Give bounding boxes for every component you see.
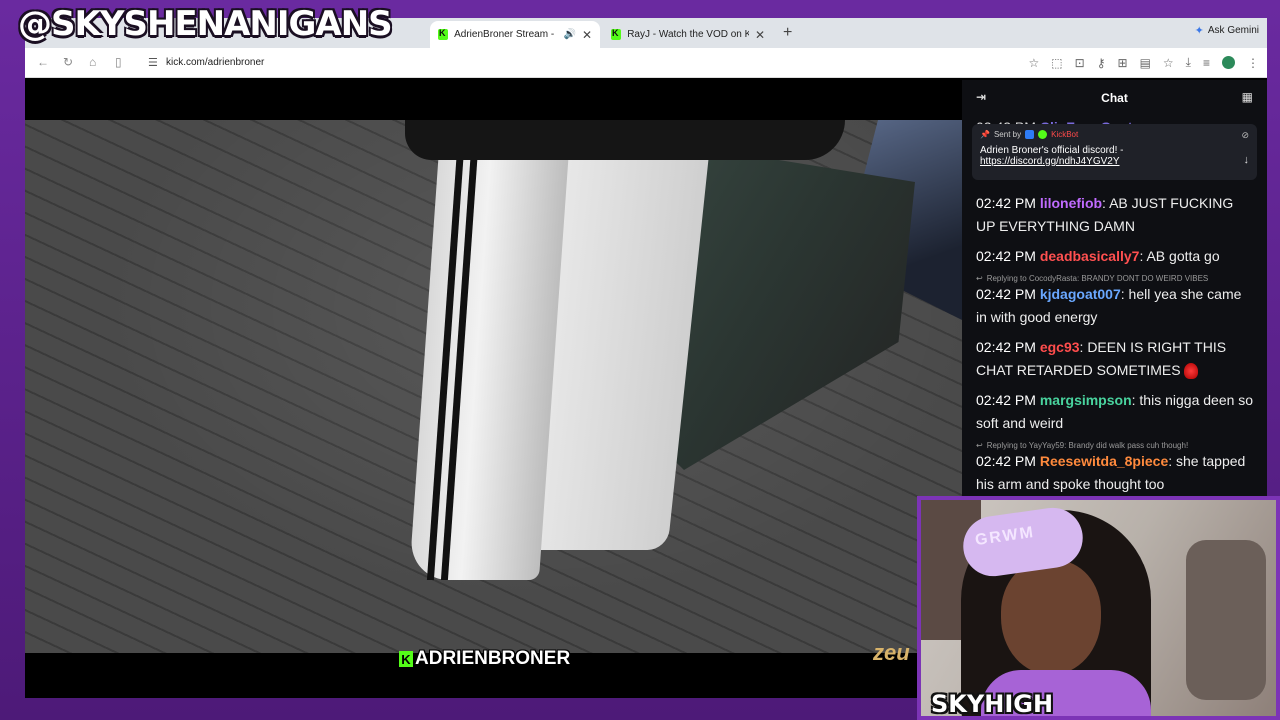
reload-icon[interactable]: ↻ — [63, 55, 73, 69]
pinned-message[interactable]: 📌 Sent by KickBot Adrien Broner's offici… — [972, 124, 1257, 180]
message-time: 02:42 PM — [976, 392, 1036, 408]
home-icon[interactable]: ⌂ — [89, 55, 96, 69]
new-tab-button[interactable]: + — [783, 24, 792, 42]
chat-title: Chat — [1101, 91, 1128, 105]
chair-shape — [1186, 540, 1266, 700]
chat-header: ⇥ Chat ▦ — [962, 80, 1267, 116]
message-time: 02:42 PM — [976, 195, 1036, 211]
message-user[interactable]: deadbasically7 — [1040, 248, 1140, 264]
message-time: 02:42 PM — [976, 286, 1036, 302]
reply-indicator: ↩ Replying to YayYay59: Brandy did walk … — [976, 441, 1189, 450]
kick-logo-icon: K — [399, 651, 413, 667]
webcam-feed: GRWM SKYHIGH — [921, 500, 1276, 716]
bookmarks-icon[interactable]: ☆ — [1163, 56, 1174, 70]
tab-title: RayJ - Watch the VOD on Kic — [627, 29, 749, 40]
unpin-icon[interactable]: ⊘ — [1241, 130, 1249, 141]
pinned-sender: 📌 Sent by KickBot — [980, 130, 1079, 139]
chat-message: 02:42 PM kjdagoat007: hell yea she came … — [976, 286, 1242, 325]
pinned-author[interactable]: KickBot — [1051, 130, 1078, 139]
address-bar: ← ↻ ⌂ ▯ ☰ kick.com/adrienbroner ☆ ⬚ ⊡ ⚷ … — [25, 48, 1267, 78]
streamer-tag: K ADRIENBRONER — [399, 648, 570, 670]
bookmark-star-icon[interactable]: ☆ — [1029, 56, 1040, 70]
close-tab-icon[interactable]: ✕ — [582, 28, 592, 42]
key-extension-icon[interactable]: ⚷ — [1097, 56, 1106, 70]
pin-icon: 📌 — [980, 130, 990, 139]
chat-message: 02:42 PM margsimpson: this nigga deen so… — [976, 392, 1254, 431]
back-icon[interactable]: ← — [37, 55, 49, 69]
ask-gemini-label: Ask Gemini — [1207, 25, 1259, 36]
message-text: AB gotta go — [1146, 248, 1220, 264]
media-control-icon[interactable]: ≡ — [1203, 56, 1210, 70]
extensions-icon[interactable]: ⬚ — [1051, 56, 1062, 70]
kick-favicon-icon — [438, 28, 449, 40]
site-info-icon[interactable]: ☰ — [148, 56, 158, 69]
expand-arrow-icon[interactable]: ↓ — [1244, 154, 1250, 166]
kick-favicon-icon — [611, 28, 622, 40]
sponsor-logo: zeu — [873, 640, 910, 665]
verified-badge-icon — [1038, 130, 1048, 139]
menu-kebab-icon[interactable]: ⋮ — [1247, 56, 1259, 70]
stream-video-frame — [25, 120, 962, 653]
toolbar-icons: ☆ ⬚ ⊡ ⚷ ⊞ ▤ ☆ ⤓ ≡ ⋮ — [1029, 55, 1259, 70]
audio-playing-icon[interactable]: 🔊 — [563, 29, 575, 40]
channel-handle-overlay: @SKYSHENANIGANS — [18, 4, 393, 44]
video-player[interactable]: K ADRIENBRONER zeu — [25, 80, 962, 698]
reply-arrow-icon: ↩ — [976, 441, 983, 450]
close-tab-icon[interactable]: ✕ — [755, 28, 765, 42]
download-icon[interactable]: ⤓ — [1186, 55, 1191, 70]
message-user[interactable]: Reesewitda_8piece — [1040, 453, 1168, 469]
black-jacket — [405, 120, 845, 160]
emote-icon — [1184, 363, 1199, 380]
chat-message: 02:42 PM egc93: DEEN IS RIGHT THIS CHAT … — [976, 339, 1227, 380]
message-user[interactable]: lilonefiob — [1040, 195, 1102, 211]
chat-message: 02:42 PM lilonefiob: AB JUST FUCKING UP … — [976, 195, 1234, 234]
streamer-name: ADRIENBRONER — [415, 648, 571, 669]
ask-gemini-button[interactable]: ✦ Ask Gemini — [1195, 24, 1259, 37]
reply-indicator: ↩ Replying to CocodyRasta: BRANDY DONT D… — [976, 274, 1209, 283]
gemini-sparkle-icon: ✦ — [1194, 25, 1204, 37]
message-user[interactable]: egc93 — [1040, 339, 1080, 355]
message-time: 02:42 PM — [976, 339, 1036, 355]
chat-message: 02:42 PM Reesewitda_8piece: she tapped h… — [976, 453, 1246, 492]
webcam-overlay: GRWM SKYHIGH — [917, 496, 1280, 720]
face-shape — [1001, 560, 1101, 675]
chat-message: 02:42 PM deadbasically7: AB gotta go — [976, 248, 1220, 264]
screenshot-extension-icon[interactable]: ⊞ — [1118, 56, 1128, 70]
collapse-chat-icon[interactable]: ⇥ — [976, 90, 986, 104]
reply-arrow-icon: ↩ — [976, 274, 983, 283]
message-time: 02:42 PM — [976, 248, 1036, 264]
url-field[interactable]: kick.com/adrienbroner — [166, 57, 264, 68]
tab-rayj[interactable]: RayJ - Watch the VOD on Kic ✕ — [603, 21, 773, 48]
tab-adrienbroner[interactable]: AdrienBroner Stream - W 🔊 ✕ — [430, 21, 600, 48]
reader-icon[interactable]: ▤ — [1140, 56, 1151, 70]
pinned-link[interactable]: https://discord.gg/ndhJ4YGV2Y — [980, 156, 1249, 167]
profile-avatar[interactable] — [1222, 56, 1235, 69]
message-time: 02:42 PM — [976, 453, 1036, 469]
chat-users-icon[interactable]: ▦ — [1242, 90, 1253, 104]
message-user[interactable]: kjdagoat007 — [1040, 286, 1121, 302]
side-panel-icon[interactable]: ▯ — [115, 55, 122, 69]
bot-badge-icon — [1025, 130, 1035, 139]
pinned-text: Adrien Broner's official discord! - — [980, 145, 1124, 156]
message-user[interactable]: margsimpson — [1040, 392, 1132, 408]
tab-title: AdrienBroner Stream - W — [454, 29, 558, 40]
lock-extension-icon[interactable]: ⊡ — [1075, 56, 1085, 70]
webcam-name-label: SKYHIGH — [931, 690, 1054, 716]
